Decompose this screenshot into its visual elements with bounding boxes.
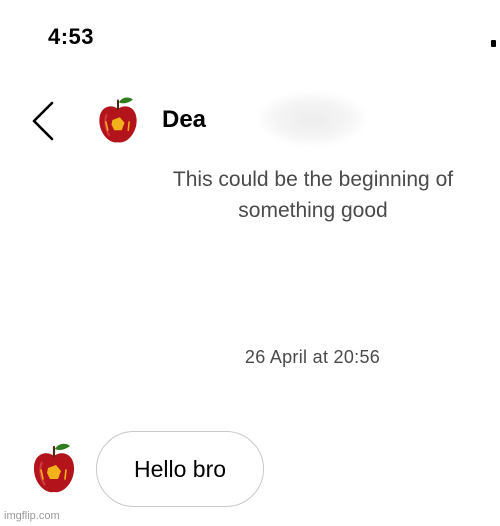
watermark: imgflip.com (4, 510, 60, 522)
message-text: Hello bro (133, 455, 227, 482)
back-chevron-icon[interactable] (26, 99, 62, 143)
blurred-area (258, 92, 366, 146)
message-timestamp: 26 April at 20:56 (244, 347, 381, 367)
conversation-intro-text: This could be the beginning of something… (172, 168, 454, 222)
status-bar-indicator (491, 40, 496, 47)
contact-avatar-apple-icon[interactable] (95, 94, 141, 146)
sender-avatar-apple-icon[interactable] (30, 440, 78, 496)
status-bar-time: 4:53 (48, 24, 95, 49)
message-bubble[interactable]: Hello bro (96, 431, 264, 507)
contact-name[interactable]: Dea (162, 106, 206, 134)
